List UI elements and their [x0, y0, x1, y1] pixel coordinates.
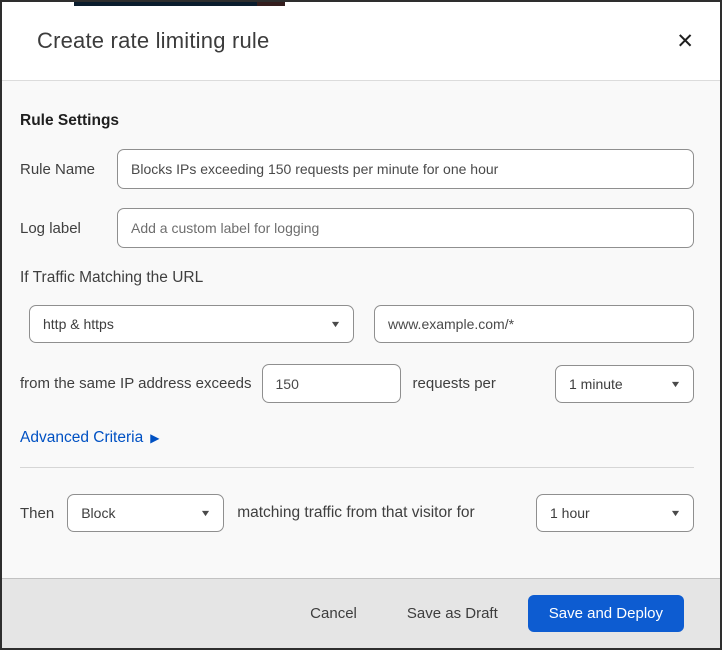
log-label-row: Log label: [20, 208, 694, 248]
save-as-draft-button[interactable]: Save as Draft: [403, 597, 502, 630]
then-label: Then: [20, 504, 55, 522]
period-select[interactable]: 1 minute ▼: [555, 364, 694, 403]
dialog-title: Create rate limiting rule: [37, 28, 270, 53]
chevron-right-icon: ▶: [150, 431, 160, 445]
dialog-body: Rule Settings Rule Name Log label If Tra…: [2, 81, 720, 578]
section-divider: [20, 467, 694, 468]
chevron-down-icon: ▼: [199, 508, 212, 518]
period-select-value: 1 minute: [569, 375, 623, 392]
log-label-input[interactable]: [117, 208, 694, 248]
close-icon[interactable]: ✕: [672, 27, 698, 56]
advanced-criteria-label: Advanced Criteria: [20, 429, 144, 446]
url-match-row: http & https ▼: [29, 305, 694, 343]
background-peek-navy-strip: [74, 2, 257, 6]
url-pattern-input[interactable]: [374, 305, 694, 343]
chevron-down-icon: ▼: [669, 508, 682, 518]
create-rate-limiting-rule-dialog: Create rate limiting rule ✕ Rule Setting…: [0, 0, 722, 650]
cancel-button[interactable]: Cancel: [306, 597, 361, 630]
scheme-select[interactable]: http & https ▼: [29, 305, 354, 343]
action-middle-text: matching traffic from that visitor for: [237, 504, 475, 521]
action-select-value: Block: [81, 505, 116, 521]
log-label-label: Log label: [20, 219, 81, 237]
chevron-down-icon: ▼: [329, 319, 342, 329]
background-peek-red-strip: [257, 2, 285, 6]
action-row: Then Block ▼ matching traffic from that …: [20, 494, 694, 532]
duration-select-value: 1 hour: [550, 505, 590, 521]
dialog-footer: Cancel Save as Draft Save and Deploy: [2, 578, 720, 648]
dialog-header: Create rate limiting rule ✕: [2, 2, 720, 81]
background-page-peek: [74, 2, 285, 6]
rule-name-input[interactable]: [117, 149, 694, 189]
scheme-select-value: http & https: [43, 316, 114, 332]
rule-settings-heading: Rule Settings: [20, 112, 120, 129]
advanced-criteria-link[interactable]: Advanced Criteria ▶: [20, 429, 159, 447]
threshold-after-label: requests per: [412, 375, 496, 392]
rule-name-row: Rule Name: [20, 149, 694, 189]
rule-name-label: Rule Name: [20, 160, 96, 178]
traffic-match-heading: If Traffic Matching the URL: [20, 269, 204, 286]
save-and-deploy-button[interactable]: Save and Deploy: [527, 595, 684, 632]
action-select[interactable]: Block ▼: [67, 494, 225, 532]
threshold-row: from the same IP address exceeds request…: [20, 364, 694, 403]
request-count-input[interactable]: [261, 364, 401, 403]
duration-select[interactable]: 1 hour ▼: [536, 494, 694, 532]
threshold-before-label: from the same IP address exceeds: [20, 375, 252, 392]
chevron-down-icon: ▼: [669, 378, 682, 389]
